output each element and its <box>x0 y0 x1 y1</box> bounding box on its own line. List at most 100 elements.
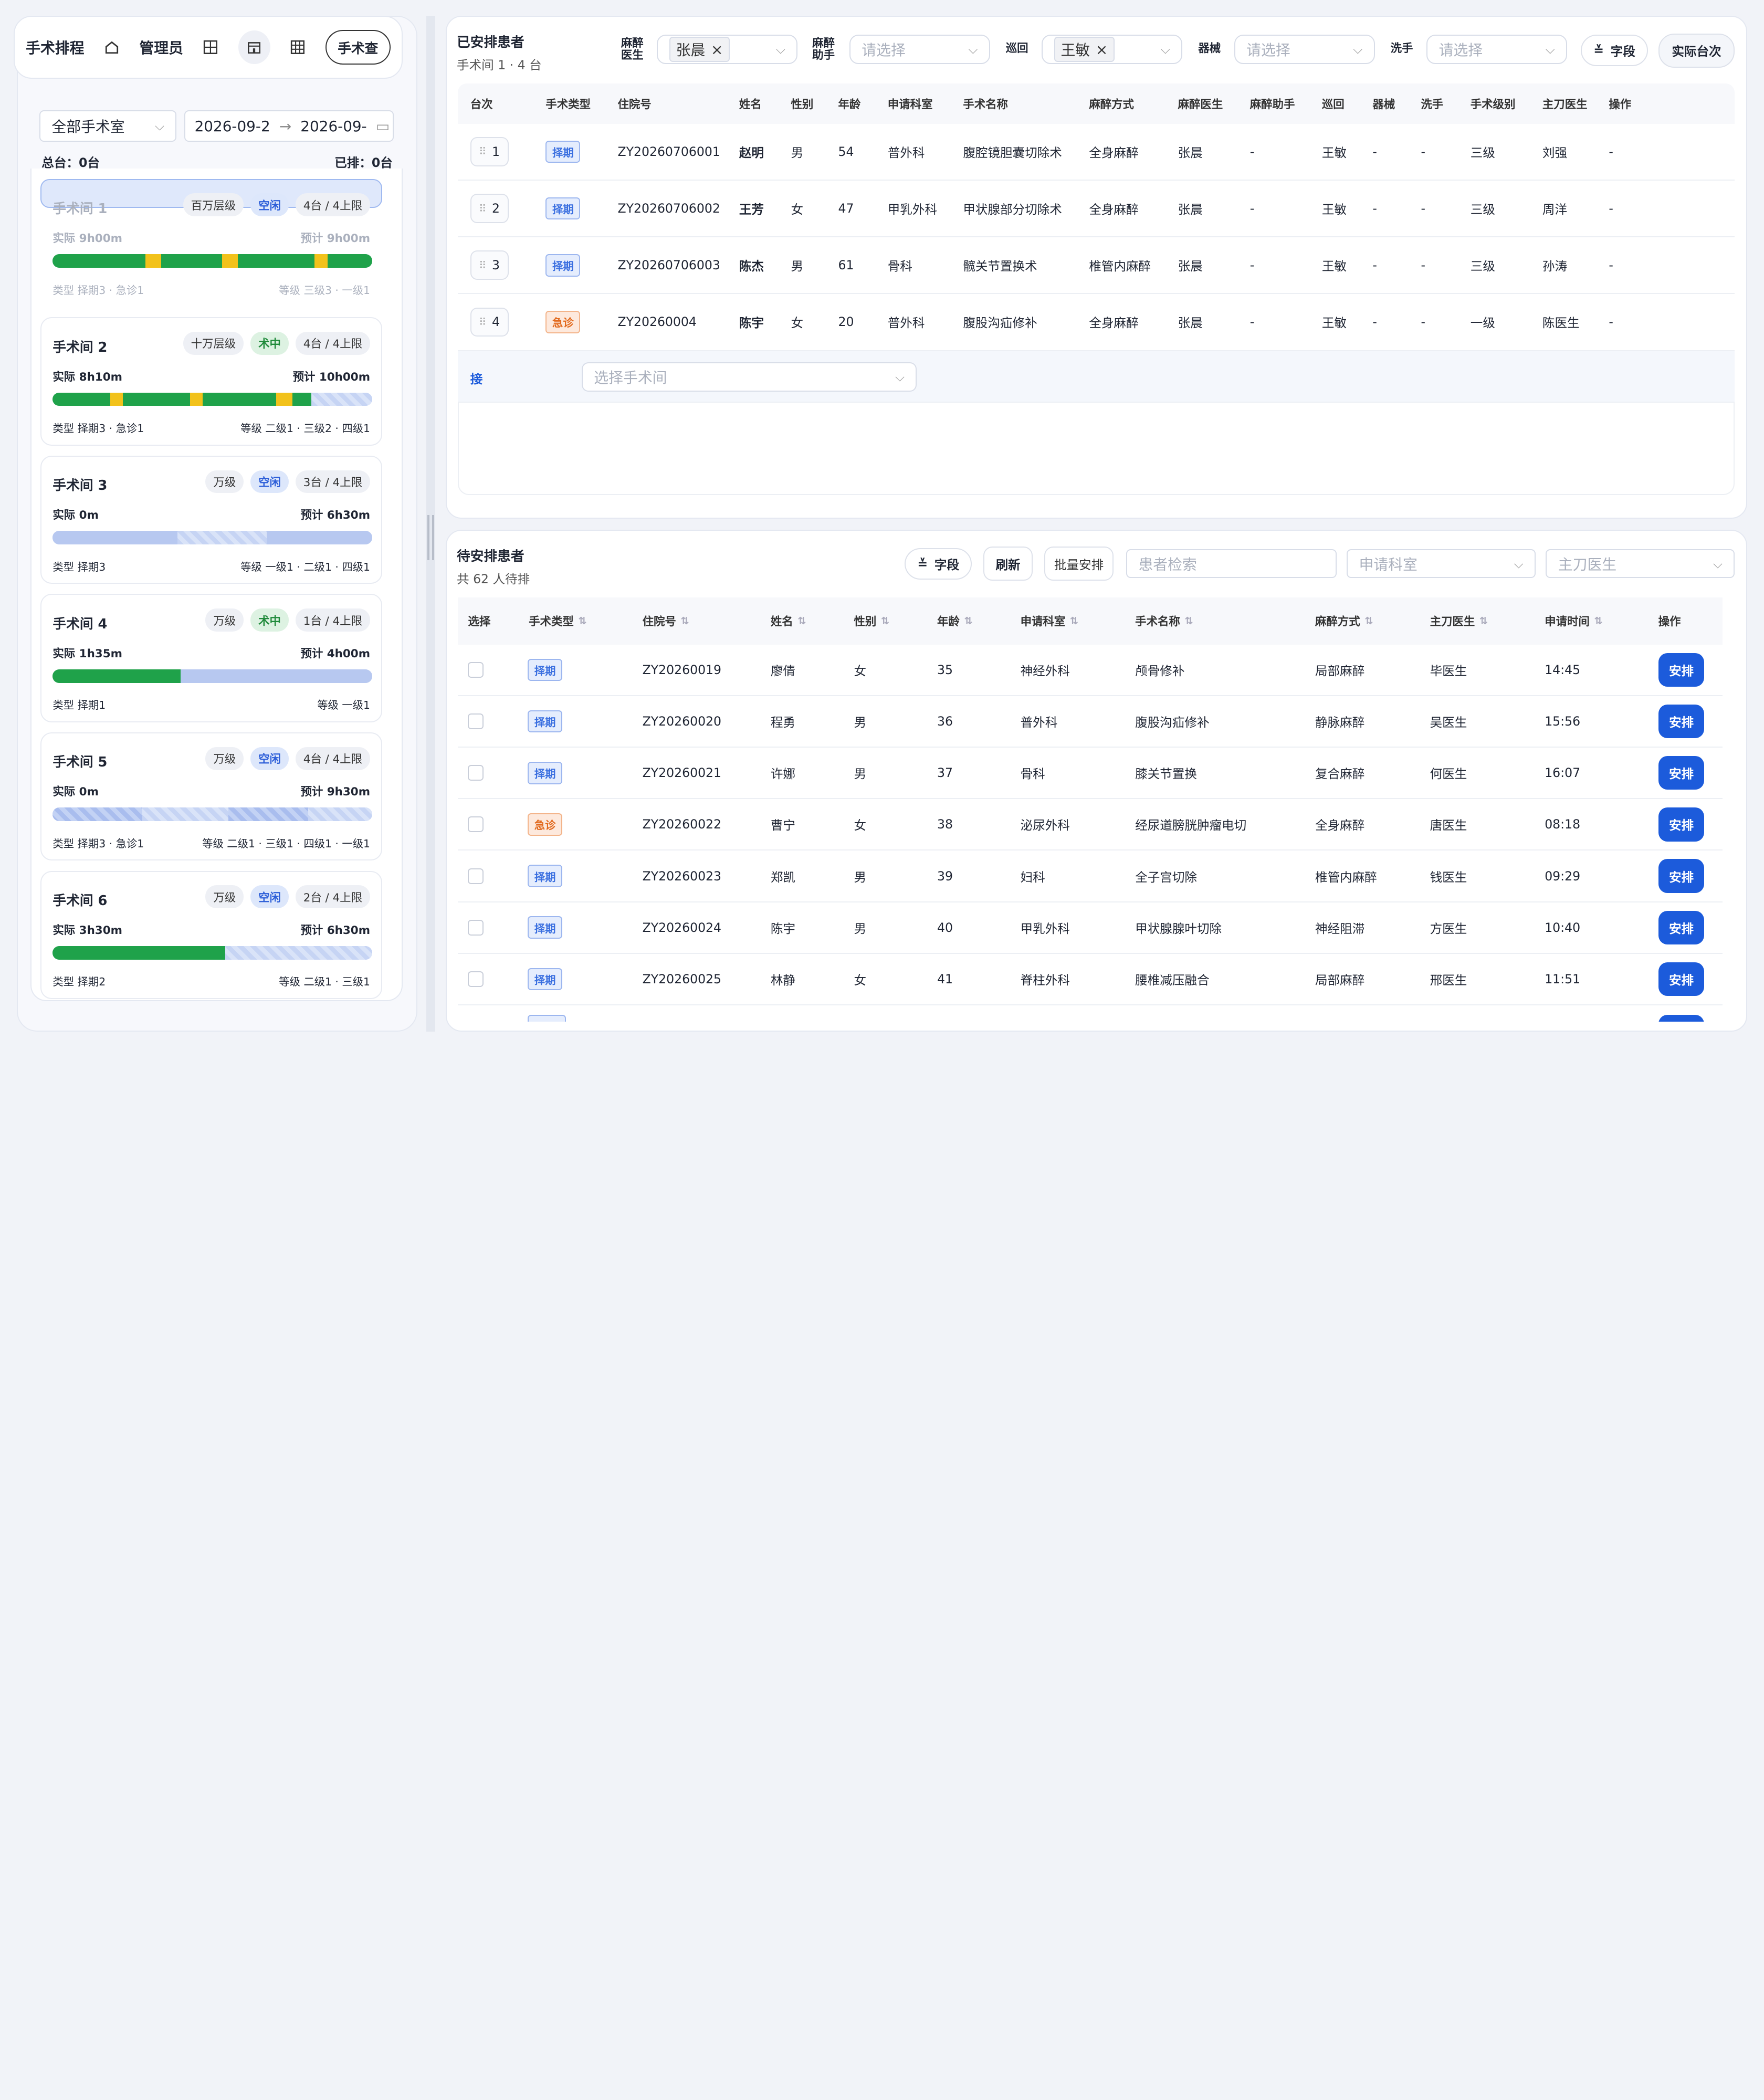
sort-icon[interactable]: ⇅ <box>1594 615 1602 627</box>
row-checkbox[interactable] <box>468 971 484 987</box>
arrange-button[interactable]: 安排 <box>1658 807 1705 842</box>
arrange-button[interactable]: 安排 <box>1658 653 1705 687</box>
table-row[interactable]: 择期 ZY20260021 许娜 男 37 骨科 膝关节置换 复合麻醉 何医生 16:07 安排 <box>458 748 1723 800</box>
col-header-sortable[interactable]: 住院号 ⇅ <box>643 597 689 645</box>
drag-handle-icon[interactable]: ⠿ <box>479 203 486 215</box>
pending-fields-button[interactable]: ≚ 字段 <box>904 548 972 580</box>
date-range-picker[interactable]: 2026-09-2 → 2026-09- ▭ <box>184 110 394 142</box>
row-checkbox[interactable] <box>468 713 484 730</box>
room-card[interactable]: 手术间 4 万级 术中 1台 / 4上限 实际 1h35m 预计 4h00m 类… <box>40 594 383 722</box>
arrange-button[interactable]: 安排 <box>1658 859 1705 893</box>
table-row[interactable]: ⠿ 1 择期 ZY20260706001 赵明男 54 普外科 腹腔镜胆囊切除术 全身麻醉 张晨 -… <box>458 124 1735 181</box>
table-icon[interactable] <box>286 35 310 59</box>
drag-handle-icon[interactable]: ⠿ <box>479 145 486 158</box>
sort-icon[interactable]: ⇅ <box>578 615 586 627</box>
row-checkbox-cell[interactable] <box>468 748 484 798</box>
table-row[interactable]: 择期 ZY20260024 陈宇 男 40 甲乳外科 甲状腺腺叶切除 神经阻滞 方医生 10:40… <box>458 902 1723 954</box>
top-navbar: 手术排程 管理员 手术查 <box>13 16 403 79</box>
row-checkbox-cell[interactable] <box>468 954 484 1004</box>
sort-icon[interactable]: ⇅ <box>797 615 806 627</box>
sort-icon[interactable]: ⇅ <box>1184 615 1193 627</box>
room-select[interactable]: 全部手术室 ⌵ <box>39 110 177 142</box>
dept-select[interactable]: 申请科室 ⌵ <box>1347 549 1536 579</box>
sort-icon[interactable]: ⇅ <box>680 615 689 627</box>
seq-number: 2 <box>492 201 500 216</box>
table-row[interactable]: 择期 ZY20260023 郑凯 男 39 妇科 全子宫切除 椎管内麻醉 钱医生 09:29 安排 <box>458 850 1723 902</box>
table-row[interactable]: 择期 ZY20260019 廖倩 女 35 神经外科 颅骨修补 局部麻醉 毕医生 14:45 安排 <box>458 645 1723 697</box>
arrange-button[interactable]: 安排 <box>1658 756 1705 790</box>
col-header-sortable[interactable]: 申请时间 ⇅ <box>1545 597 1602 645</box>
col-header-sortable[interactable]: 年龄 ⇅ <box>937 597 973 645</box>
tour-select[interactable]: 王敏 × ⌵ <box>1042 35 1183 65</box>
anesth-doctor-select[interactable]: 张晨 × ⌵ <box>657 35 798 65</box>
actual-sequence-button[interactable]: 实际台次 <box>1658 34 1735 68</box>
arrange-button[interactable] <box>1658 1014 1705 1022</box>
col-header-sortable[interactable]: 姓名 ⇅ <box>771 597 806 645</box>
close-icon[interactable]: × <box>1096 41 1108 58</box>
drag-order-handle[interactable]: ⠿ 3 <box>470 237 509 293</box>
anesth-assist-select[interactable]: 请选择 ⌵ <box>849 35 990 65</box>
refresh-button[interactable]: 刷新 <box>983 547 1033 581</box>
panel-splitter[interactable] <box>426 16 436 1032</box>
patient-search-input[interactable]: 患者检索 <box>1126 549 1337 579</box>
col-header-sortable[interactable]: 手术类型 ⇅ <box>529 597 586 645</box>
drag-handle-icon[interactable]: ⠿ <box>479 316 486 328</box>
row-checkbox-cell[interactable] <box>468 645 484 695</box>
surgeon-select[interactable]: 主刀医生 ⌵ <box>1546 549 1735 579</box>
drag-order-handle[interactable]: ⠿ 2 <box>470 181 509 236</box>
table-row[interactable]: ⠿ 2 择期 ZY20260706002 王芳女 47 甲乳外科 甲状腺部分切除术 全身麻醉 张晨… <box>458 181 1735 238</box>
table-row[interactable]: 择期 ZY20260020 程勇 男 36 普外科 腹股沟疝修补 静脉麻醉 吴医生 15:56 安排 <box>458 696 1723 748</box>
col-header-sortable[interactable]: 主刀医生 ⇅ <box>1430 597 1488 645</box>
arrange-button[interactable]: 安排 <box>1658 962 1705 996</box>
room-card[interactable]: 手术间 1 百万层级 空闲 4台 / 4上限 实际 9h00m 预计 9h00m… <box>40 178 383 297</box>
table-row[interactable]: 择期 ZY20260025 林静 女 41 脊柱外科 腰椎减压融合 局部麻醉 邢医生 11:51 安… <box>458 954 1723 1005</box>
col-header-sortable[interactable]: 性别 ⇅ <box>854 597 889 645</box>
col-header-sortable[interactable]: 麻醉方式 ⇅ <box>1315 597 1373 645</box>
col-header-sortable[interactable]: 申请科室 ⇅ <box>1021 597 1078 645</box>
row-checkbox-cell[interactable] <box>468 902 484 953</box>
connect-room-select[interactable]: 选择手术间 ⌵ <box>581 362 917 392</box>
home-icon[interactable] <box>100 35 124 59</box>
col-header-sortable[interactable]: 手术名称 ⇅ <box>1135 597 1193 645</box>
table-cell: 20 <box>838 314 854 330</box>
surgery-query-tab[interactable]: 手术查 <box>325 29 391 65</box>
selected-chip[interactable]: 王敏 × <box>1054 37 1115 62</box>
fields-button[interactable]: ≚ 字段 <box>1580 35 1648 67</box>
sort-icon[interactable]: ⇅ <box>881 615 889 627</box>
row-checkbox[interactable] <box>468 765 484 781</box>
row-checkbox[interactable] <box>468 868 484 884</box>
building-icon[interactable] <box>238 30 270 65</box>
admin-label[interactable]: 管理员 <box>139 37 183 58</box>
batch-arrange-button[interactable]: 批量安排 <box>1044 547 1114 581</box>
instrument-label: 器械 <box>1198 42 1221 56</box>
row-checkbox[interactable] <box>468 919 484 936</box>
room-card[interactable]: 手术间 2 十万层级 术中 4台 / 4上限 实际 8h10m 预计 10h00… <box>40 317 383 446</box>
row-checkbox[interactable] <box>468 816 484 833</box>
drag-handle-icon[interactable] <box>427 515 435 561</box>
row-checkbox-cell[interactable] <box>468 696 484 747</box>
row-checkbox-cell[interactable] <box>468 850 484 901</box>
sort-icon[interactable]: ⇅ <box>1479 615 1488 627</box>
close-icon[interactable]: × <box>711 41 723 58</box>
arrange-button[interactable]: 安排 <box>1658 704 1705 739</box>
instrument-select[interactable]: 请选择 ⌵ <box>1234 35 1375 65</box>
sort-icon[interactable]: ⇅ <box>1364 615 1373 627</box>
table-row[interactable]: ⠿ 4 急诊 ZY20260004 陈宇女 20 普外科 腹股沟疝修补 全身麻醉 张晨 - 王敏 - - 一… <box>458 294 1735 351</box>
sort-icon[interactable]: ⇅ <box>964 615 972 627</box>
table-cell: - <box>1250 314 1255 330</box>
room-card[interactable]: 手术间 5 万级 空闲 4台 / 4上限 实际 0m 预计 9h30m 类型 择… <box>40 732 383 861</box>
sort-icon[interactable]: ⇅ <box>1070 615 1078 627</box>
grid-icon[interactable] <box>199 35 223 59</box>
scrub-select[interactable]: 请选择 ⌵ <box>1426 35 1568 65</box>
room-card[interactable]: 手术间 3 万级 空闲 3台 / 4上限 实际 0m 预计 6h30m 类型 择… <box>40 455 383 584</box>
drag-handle-icon[interactable]: ⠿ <box>479 259 486 271</box>
row-checkbox-cell[interactable] <box>468 799 484 849</box>
row-checkbox[interactable] <box>468 662 484 678</box>
table-row[interactable]: 急诊 ZY20260022 曹宁 女 38 泌尿外科 经尿道膀胱肿瘤电切 全身麻醉 唐医生 08:… <box>458 799 1723 851</box>
table-row[interactable]: ⠿ 3 择期 ZY20260706003 陈杰男 61 骨科 髋关节置换术 椎管内麻醉 张晨 - 王敏… <box>458 237 1735 295</box>
drag-order-handle[interactable]: ⠿ 1 <box>470 124 509 180</box>
arrange-button[interactable]: 安排 <box>1658 910 1705 944</box>
room-card[interactable]: 手术间 6 万级 空闲 2台 / 4上限 实际 3h30m 预计 6h30m 类… <box>40 870 383 999</box>
drag-order-handle[interactable]: ⠿ 4 <box>470 294 509 350</box>
selected-chip[interactable]: 张晨 × <box>669 37 730 62</box>
